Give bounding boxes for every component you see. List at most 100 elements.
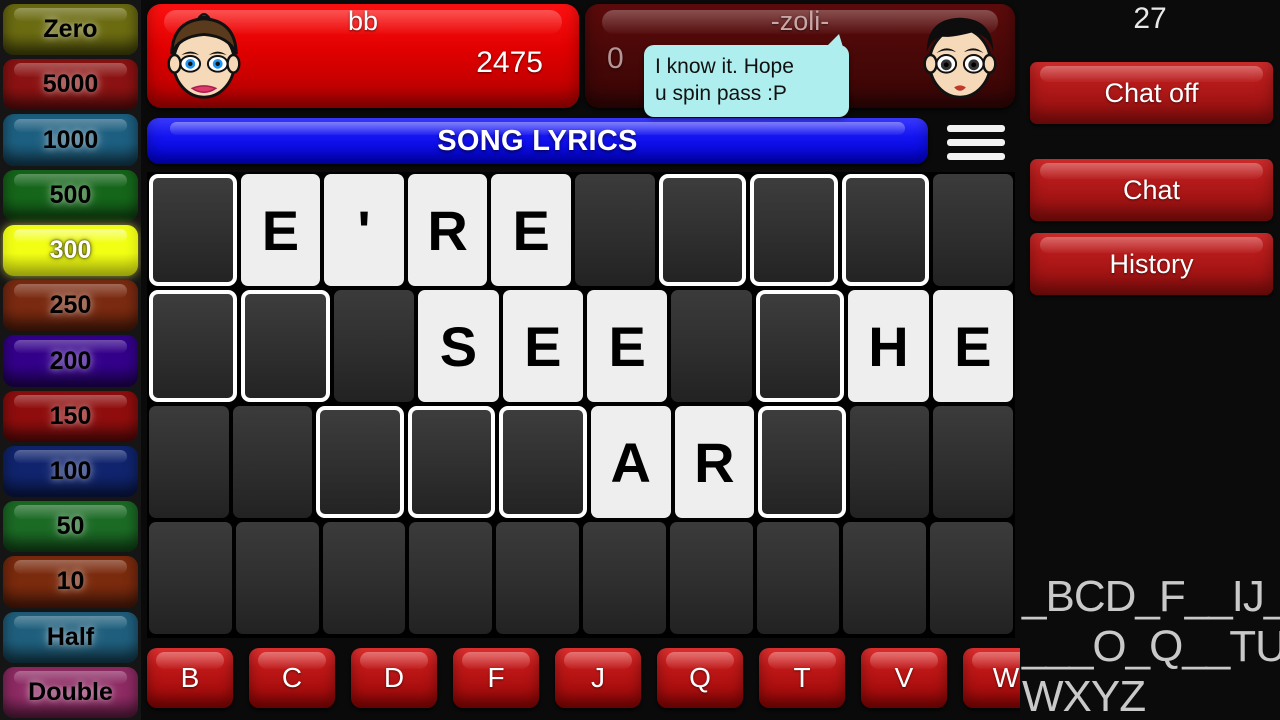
board-tile-blank: [322, 522, 406, 634]
menu-bar: [947, 124, 1005, 132]
wheel-value-double[interactable]: Double: [3, 666, 138, 719]
chat-off-label: Chat off: [1104, 77, 1199, 108]
letter-button-label: D: [383, 662, 405, 693]
menu-bar: [947, 152, 1005, 160]
right-sidebar: 27 Chat off Chat History _BCD_F__IJ_ ___…: [1020, 0, 1280, 720]
wheel-value-label: Half: [46, 622, 95, 651]
letter-button-c[interactable]: C: [249, 648, 335, 708]
board-tile-letter: E: [491, 174, 571, 286]
letter-button-f[interactable]: F: [453, 648, 539, 708]
timer-display: 27: [1133, 2, 1167, 35]
wheel-slot: 150: [0, 389, 141, 444]
board-tile-blank: [843, 522, 927, 634]
board-tile-letter: ': [324, 174, 404, 286]
letter-button-label: W: [992, 662, 1020, 693]
board-tile-blank: [149, 406, 229, 518]
speech-line-2: u spin pass :P: [655, 82, 787, 105]
wheel-value-500[interactable]: 500: [3, 169, 138, 221]
letter-button-label: C: [281, 662, 303, 693]
letter-button-label: J: [591, 662, 605, 693]
letter-button-b[interactable]: B: [147, 648, 233, 708]
board-tile-slot: [499, 406, 587, 518]
letter-button-label: F: [487, 662, 505, 693]
board-tile-slot: [316, 406, 404, 518]
board-tile-slot: [241, 290, 330, 402]
wheel-slot: 100: [0, 444, 141, 499]
player-2-name: -zoli-: [770, 6, 830, 36]
board-tile-letter: H: [848, 290, 929, 402]
wheel-value-100[interactable]: 100: [3, 445, 138, 498]
puzzle-board: E ' R E S E E H E A R: [147, 172, 1015, 638]
board-tile-blank: [582, 522, 666, 634]
board-tile-blank: [333, 290, 415, 402]
board-tile-blank: [930, 522, 1013, 634]
letter-button-q[interactable]: Q: [657, 648, 743, 708]
wheel-value-label: 500: [49, 180, 92, 209]
wheel-value-label: 10: [56, 567, 85, 596]
wheel-value-label: 150: [49, 401, 92, 430]
wheel-value-250[interactable]: 250: [3, 280, 138, 332]
chat-label: Chat: [1122, 174, 1181, 205]
wheel-value-10[interactable]: 10: [3, 556, 138, 608]
hamburger-menu-icon[interactable]: [941, 122, 1011, 162]
wheel-value-half[interactable]: Half: [3, 611, 138, 663]
player-1-name: bb: [347, 6, 379, 36]
letter-button-label: B: [180, 662, 200, 693]
wheel-value-label: 50: [56, 512, 85, 541]
wheel-slot: 1000: [0, 112, 141, 167]
board-tile-slot: [841, 174, 930, 286]
letter-button-v[interactable]: V: [861, 648, 947, 708]
board-tile-blank: [669, 522, 753, 634]
wheel-value-zero[interactable]: Zero: [3, 4, 138, 56]
board-row: [147, 520, 1015, 636]
board-tile-slot: [750, 174, 838, 286]
board-row: E ' R E: [147, 172, 1015, 288]
wheel-slot: Double: [0, 665, 141, 720]
wheel-value-label: 250: [49, 291, 92, 320]
board-tile-blank: [933, 174, 1013, 286]
history-label: History: [1109, 248, 1194, 279]
wheel-slot: 300: [0, 223, 141, 278]
wheel-value-5000[interactable]: 5000: [3, 59, 138, 111]
letter-button-label: T: [793, 662, 811, 693]
board-tile-slot: [658, 174, 747, 286]
wheel-value-1000[interactable]: 1000: [3, 114, 138, 166]
category-label: SONG LYRICS: [437, 124, 638, 157]
board-tile-blank: [496, 522, 579, 634]
history-button[interactable]: History: [1030, 233, 1273, 295]
board-tile-letter: E: [502, 290, 584, 402]
wheel-value-150[interactable]: 150: [3, 390, 138, 442]
wheel-value-label: 300: [49, 236, 92, 265]
board-tile-letter: R: [674, 406, 755, 518]
wheel-slot: 500: [0, 168, 141, 223]
wheel-value-label: Double: [28, 677, 113, 706]
wheel-value-300[interactable]: 300: [3, 224, 138, 277]
chat-button[interactable]: Chat: [1030, 159, 1273, 221]
board-tile-blank: [574, 174, 655, 286]
letter-button-t[interactable]: T: [759, 648, 845, 708]
letter-button-j[interactable]: J: [555, 648, 641, 708]
wheel-value-200[interactable]: 200: [3, 335, 138, 387]
player-panel-1[interactable]: bb 2475: [147, 4, 579, 108]
wheel-slot: Half: [0, 610, 141, 665]
game-main-area: bb 2475 -zoli- 0 I know it. Hope u spin …: [141, 0, 1049, 720]
wheel-value-50[interactable]: 50: [3, 501, 138, 553]
board-tile-letter: E: [587, 290, 668, 402]
board-tile-blank: [671, 290, 752, 402]
category-bar: SONG LYRICS: [147, 118, 928, 164]
wheel-slot: Zero: [0, 2, 141, 57]
menu-bar: [947, 138, 1005, 146]
player-1-score: 2475: [476, 46, 543, 79]
board-tile-blank: [149, 522, 232, 634]
used-letters-display: _BCD_F__IJ_ ___O_Q__TUV WXYZ: [1022, 572, 1280, 720]
wheel-slot: 50: [0, 499, 141, 554]
board-tile-blank: [232, 406, 313, 518]
speech-line-1: I know it. Hope: [655, 55, 794, 78]
wheel-value-label: Zero: [43, 15, 98, 44]
letter-button-d[interactable]: D: [351, 648, 437, 708]
board-tile-letter: S: [418, 290, 499, 402]
chat-off-button[interactable]: Chat off: [1030, 62, 1273, 124]
letter-button-label: V: [894, 662, 914, 693]
wheel-slot: 10: [0, 554, 141, 609]
wheel-slot: 200: [0, 333, 141, 388]
